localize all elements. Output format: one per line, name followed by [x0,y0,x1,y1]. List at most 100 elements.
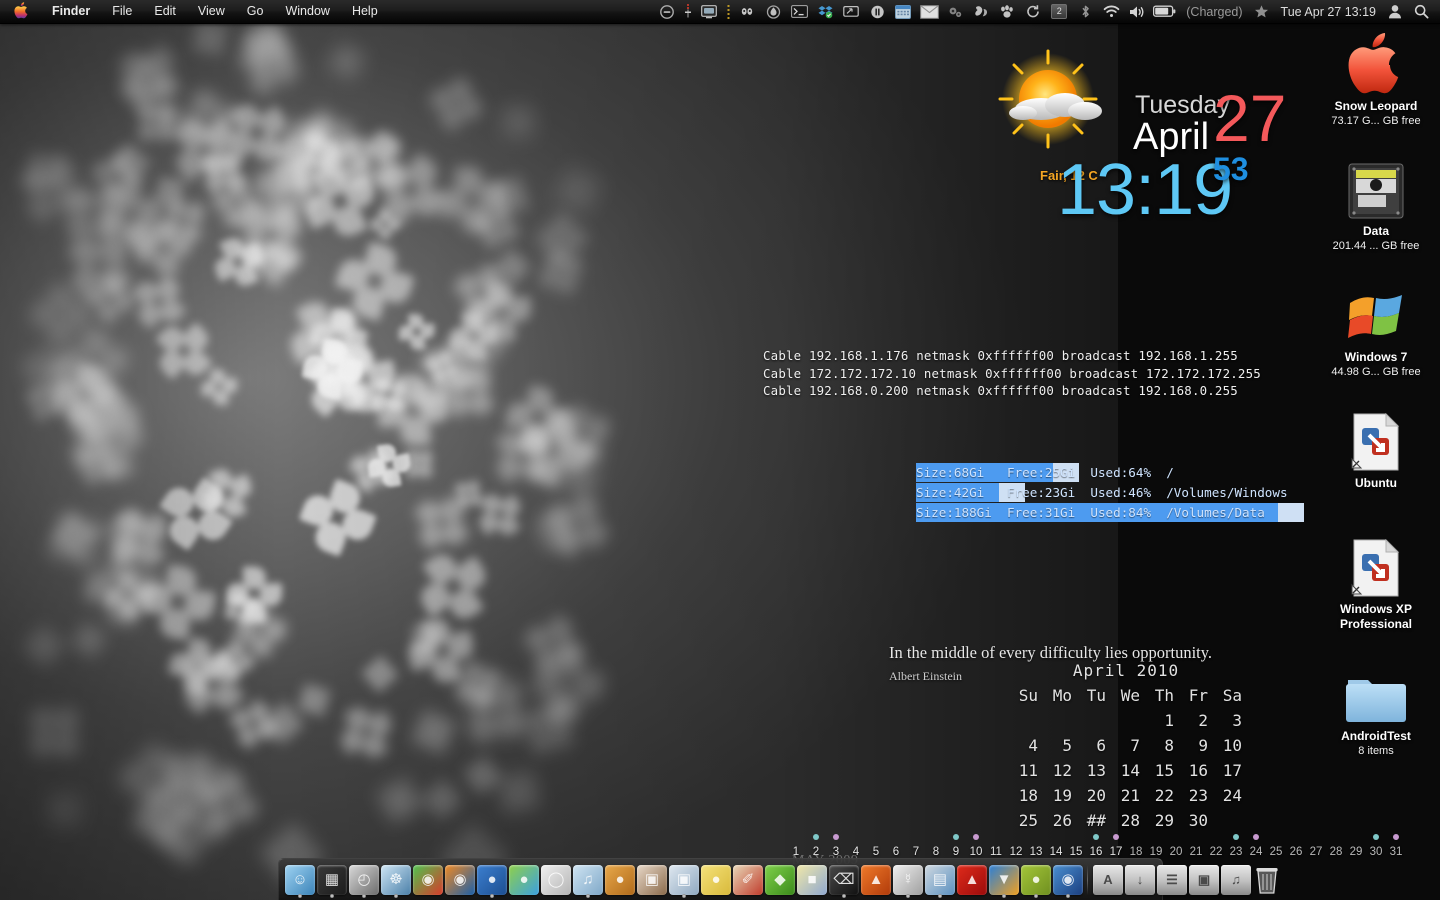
menu-edit[interactable]: Edit [143,0,187,23]
menu-help[interactable]: Help [341,0,389,23]
caffeine-icon[interactable] [654,0,680,23]
dock-item-transmit[interactable]: ▲ [860,860,892,900]
mouse-icon[interactable] [734,0,760,23]
paw-icon[interactable] [994,0,1020,23]
gears-icon[interactable] [942,0,968,23]
calendar-day-cell[interactable]: 8 [1141,733,1175,758]
desktop-icon-vmware-alias[interactable]: Windows XPProfessional [1316,533,1436,632]
dock-item-ichat[interactable]: ◯ [540,860,572,900]
dock-applications-stack[interactable]: A [1092,860,1124,900]
calendar-day-cell[interactable]: 2 [1175,708,1209,733]
dock-item-launchpad[interactable]: ▦ [316,860,348,900]
mail-icon[interactable] [916,0,942,23]
calendar-day-cell[interactable]: 1 [1141,708,1175,733]
desktop-icon-blue-folder[interactable]: AndroidTest8 items [1316,660,1436,758]
istat-menus-icon[interactable] [680,0,696,23]
wifi-icon[interactable] [1098,0,1124,23]
calendar-day-cell[interactable]: 14 [1107,758,1141,783]
dock-trash[interactable] [1252,860,1284,900]
dock-item-acorn[interactable]: ✐ [732,860,764,900]
dropbox-icon[interactable] [812,0,838,23]
calendar-day-cell[interactable]: 3 [1209,708,1243,733]
calendar-day-cell[interactable]: 7 [1107,733,1141,758]
apple-logo-icon[interactable] [14,2,29,22]
calendar-day-cell[interactable]: 4 [1005,733,1039,758]
dock-item-time-machine[interactable]: ◴ [348,860,380,900]
pause-icon[interactable] [864,0,890,23]
terminal-icon[interactable] [786,0,812,23]
calendar-day-cell[interactable]: 12 [1039,758,1073,783]
dock-item-adium[interactable]: ● [476,860,508,900]
dock-item-chrome[interactable]: ◉ [412,860,444,900]
dots-icon[interactable] [722,0,734,23]
dock-item-messenger[interactable]: ● [508,860,540,900]
menu-bar-clock[interactable]: Tue Apr 27 13:19 [1275,5,1382,19]
desktop-icon-windows-flag[interactable]: Windows 744.98 G... GB free [1316,281,1436,379]
dock-item-textexpander[interactable]: ■ [796,860,828,900]
dock-music-stack[interactable]: ♫ [1220,860,1252,900]
desktop-icon-label: Ubuntu [1316,476,1436,491]
calendar-day-cell[interactable]: 19 [1039,783,1073,808]
display-menu-icon[interactable] [696,0,722,23]
dock-item-preview[interactable]: ▣ [668,860,700,900]
calendar-day-cell[interactable]: 15 [1141,758,1175,783]
user-account-icon[interactable] [1382,0,1408,23]
calendar-day-cell[interactable] [1107,708,1141,733]
dock-documents-stack[interactable]: ☰ [1156,860,1188,900]
menu-window[interactable]: Window [274,0,340,23]
desktop-icon-harddisk[interactable]: Data201.44 ... GB free [1316,155,1436,253]
dock-downloads-stack[interactable]: ↓ [1124,860,1156,900]
calendar-day-cell[interactable]: 11 [1005,758,1039,783]
desktop-icon-apple-volume[interactable]: Snow Leopard73.17 G... GB free [1316,30,1436,128]
calendar-day-cell[interactable] [1039,708,1073,733]
calendar-icon[interactable] [890,0,916,23]
calendar-day-cell[interactable]: 5 [1039,733,1073,758]
calendar-weekday: Sa [1209,683,1243,708]
dock-item-mercury[interactable]: ☿ [892,860,924,900]
star-icon[interactable] [1249,0,1275,23]
calendar-day-cell[interactable] [1005,708,1039,733]
droplet-icon[interactable] [760,0,786,23]
calendar-day-cell[interactable]: 24 [1209,783,1243,808]
dock-item-terminal[interactable]: ⌫ [828,860,860,900]
menu-go[interactable]: Go [236,0,275,23]
spotlight-search-icon[interactable] [1408,0,1434,23]
dock-item-evernote[interactable]: ◆ [764,860,796,900]
screensharing-icon[interactable] [838,0,864,23]
menu-finder[interactable]: Finder [41,0,101,23]
calendar-day-cell[interactable]: 13 [1073,758,1107,783]
calendar-day-cell[interactable]: 9 [1175,733,1209,758]
dock-item-itunes[interactable]: ♫ [572,860,604,900]
calendar-day-cell[interactable]: 23 [1175,783,1209,808]
dock-item-cyberduck[interactable]: ◉ [1052,860,1084,900]
dock-item-appzapper[interactable]: ▤ [924,860,956,900]
calendar-day-cell[interactable]: 16 [1175,758,1209,783]
dock-item-jdownloader[interactable]: ▼ [988,860,1020,900]
menu-file[interactable]: File [101,0,143,23]
dock-item-iphoto[interactable]: ▣ [636,860,668,900]
menu-view[interactable]: View [187,0,236,23]
dock-item-stickies[interactable]: ● [700,860,732,900]
calendar-day-cell[interactable]: 18 [1005,783,1039,808]
dock-item-acrobat[interactable]: ▲ [956,860,988,900]
battery-icon[interactable] [1150,0,1180,23]
dock-item-finder[interactable]: ☺ [284,860,316,900]
spaces-icon[interactable]: 2 [1046,0,1072,23]
dock-item-appstore[interactable]: ● [604,860,636,900]
volume-icon[interactable] [1124,0,1150,23]
calendar-day-cell[interactable]: 10 [1209,733,1243,758]
calendar-day-cell[interactable]: 6 [1073,733,1107,758]
calendar-day-cell[interactable]: 22 [1141,783,1175,808]
evernote-icon[interactable] [968,0,994,23]
desktop-icon-vmware-alias[interactable]: Ubuntu [1316,407,1436,491]
dock-item-firefox[interactable]: ◉ [444,860,476,900]
dock-pictures-stack[interactable]: ▣ [1188,860,1220,900]
sync-icon[interactable] [1020,0,1046,23]
calendar-day-cell[interactable] [1073,708,1107,733]
dock-item-android-sdk[interactable]: ● [1020,860,1052,900]
calendar-day-cell[interactable]: 20 [1073,783,1107,808]
calendar-day-cell[interactable]: 17 [1209,758,1243,783]
calendar-day-cell[interactable]: 21 [1107,783,1141,808]
dock-item-safari[interactable]: ☸ [380,860,412,900]
bluetooth-icon[interactable] [1072,0,1098,23]
